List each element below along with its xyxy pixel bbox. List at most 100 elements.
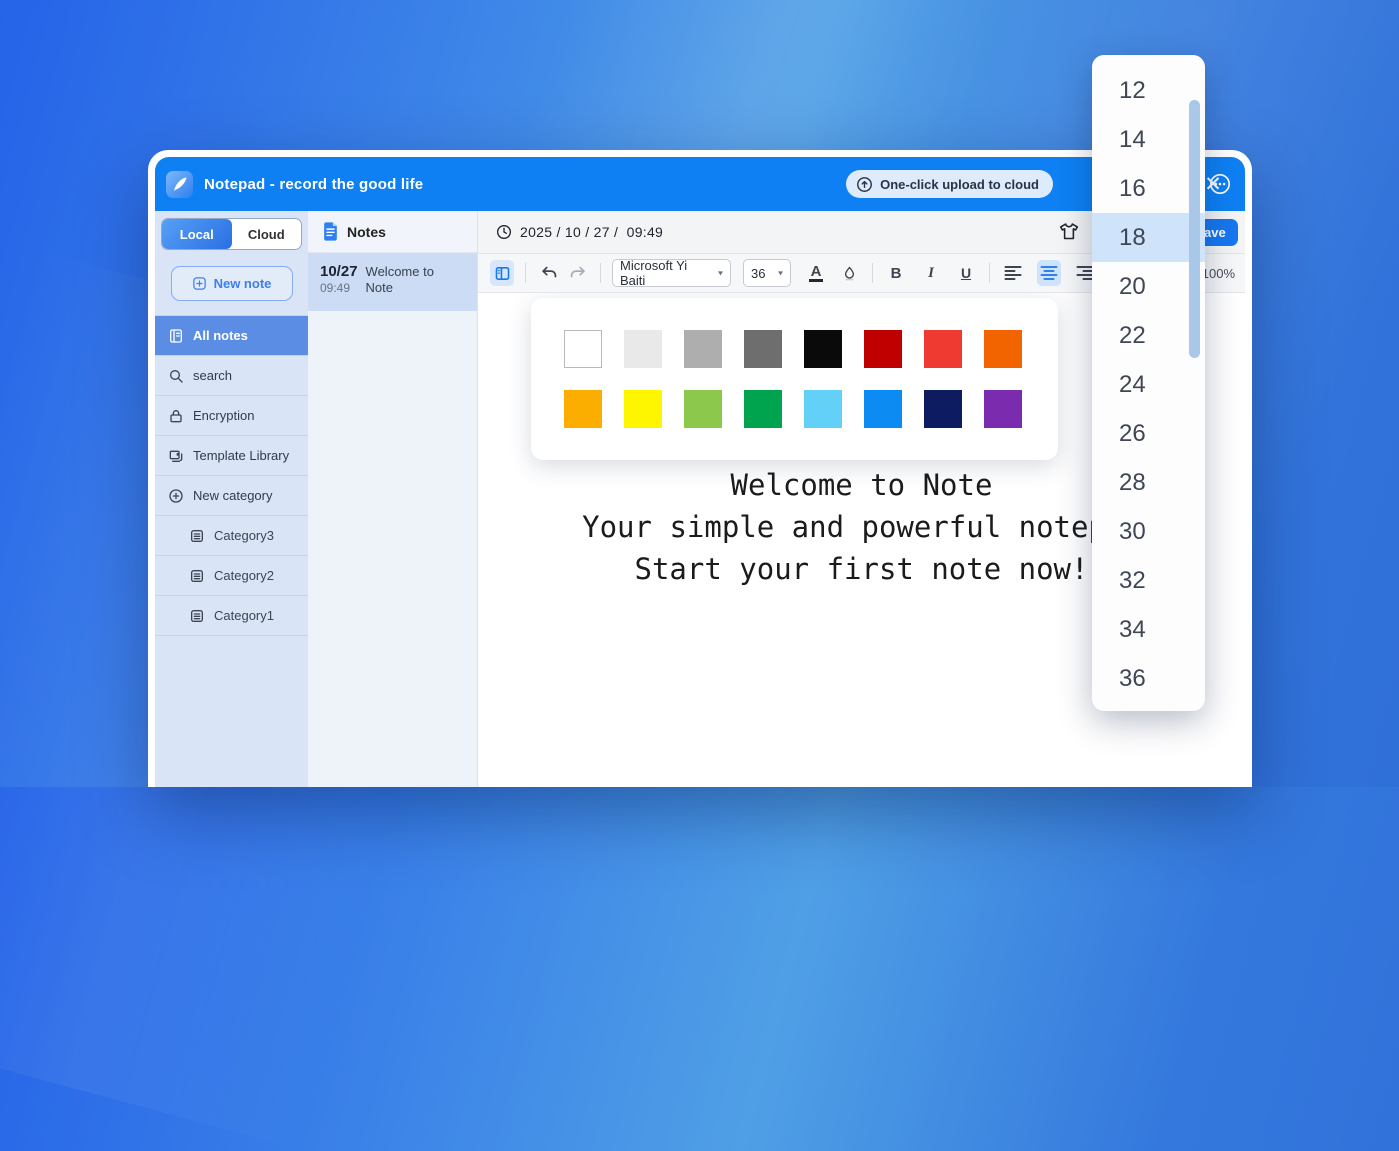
bold-button[interactable]: B (884, 260, 908, 286)
search-icon (167, 367, 185, 385)
color-swatch[interactable] (804, 390, 842, 428)
zoom-level: 100% (1201, 265, 1235, 281)
template-icon (167, 447, 185, 465)
note-time: 09:49 (320, 281, 351, 295)
toolbar-divider (989, 263, 990, 283)
color-swatch[interactable] (684, 390, 722, 428)
font-size-option[interactable]: 32 (1092, 556, 1205, 605)
highlight-color-button[interactable] (837, 260, 861, 286)
font-size-option[interactable]: 28 (1092, 458, 1205, 507)
app-logo-icon (166, 170, 193, 198)
note-date: 10/27 (320, 263, 358, 280)
titlebar: Notepad - record the good life One-click… (155, 157, 1245, 211)
clock-icon (497, 225, 511, 239)
note-datetime: 10/27 09:49 (320, 263, 358, 296)
sidebar-item-search[interactable]: search (155, 356, 308, 396)
color-swatch[interactable] (864, 390, 902, 428)
sidebar-item-template-library[interactable]: Template Library (155, 436, 308, 476)
note-date-text: 2025 / 10 / 27 / 09:49 (520, 224, 664, 240)
underline-button[interactable]: U (954, 260, 978, 286)
italic-button[interactable]: I (919, 260, 943, 286)
font-size-select[interactable]: 36 ▾ (743, 259, 791, 287)
category-icon (188, 567, 206, 585)
color-swatch[interactable] (864, 330, 902, 368)
notes-list-panel: Notes 10/27 09:49 Welcome to Note (308, 211, 478, 787)
color-swatch[interactable] (564, 390, 602, 428)
font-color-button[interactable]: A (804, 260, 828, 286)
upload-to-cloud-button[interactable]: One-click upload to cloud (846, 170, 1053, 198)
sidebar-item-category1[interactable]: Category1 (155, 596, 308, 636)
sidebar-item-label: All notes (193, 328, 248, 343)
color-swatch[interactable] (624, 330, 662, 368)
toolbar-divider (600, 263, 601, 283)
font-size-option[interactable]: 30 (1092, 507, 1205, 556)
color-swatch[interactable] (684, 330, 722, 368)
align-left-button[interactable] (1001, 260, 1025, 286)
paint-fill-icon (844, 266, 854, 280)
category-icon (188, 527, 206, 545)
sidebar-item-label: Encryption (193, 408, 255, 423)
notebook-icon (167, 327, 185, 345)
font-family-select[interactable]: Microsoft Yi Baiti ▾ (612, 258, 731, 288)
font-size-option[interactable]: 36 (1092, 654, 1205, 703)
align-left-icon (1004, 266, 1022, 280)
sidebar-item-label: Category1 (214, 608, 274, 623)
sidebar-item-category2[interactable]: Category2 (155, 556, 308, 596)
local-tab[interactable]: Local (162, 219, 232, 249)
notepad-window: Notepad - record the good life One-click… (148, 150, 1252, 787)
window-title: Notepad - record the good life (204, 175, 424, 193)
sidebar: Local Cloud New note All notes search En… (155, 211, 308, 787)
color-swatch[interactable] (804, 330, 842, 368)
redo-button[interactable] (565, 260, 589, 286)
undo-button[interactable] (537, 260, 561, 286)
plus-square-icon (192, 277, 206, 290)
plus-circle-icon (167, 487, 185, 505)
color-palette-popup (531, 298, 1058, 460)
align-center-button[interactable] (1037, 260, 1061, 286)
category-icon (188, 607, 206, 625)
new-note-label: New note (213, 276, 272, 291)
sidebar-item-encryption[interactable]: Encryption (155, 396, 308, 436)
align-center-icon (1040, 266, 1058, 280)
sidebar-item-label: Category3 (214, 528, 274, 543)
sidebar-item-category3[interactable]: Category3 (155, 516, 308, 556)
sidebar-item-label: Template Library (193, 448, 290, 463)
note-list-item[interactable]: 10/27 09:49 Welcome to Note (308, 253, 477, 311)
font-color-icon: A (808, 263, 824, 282)
color-swatch[interactable] (624, 390, 662, 428)
color-swatch[interactable] (744, 330, 782, 368)
color-swatch[interactable] (984, 390, 1022, 428)
theme-icon[interactable] (1058, 221, 1080, 247)
panel-layout-icon (495, 266, 509, 280)
sidebar-item-all-notes[interactable]: All notes (155, 316, 308, 356)
color-swatch[interactable] (564, 330, 602, 368)
toolbar-divider (525, 263, 526, 283)
chevron-down-icon: ▾ (717, 268, 723, 278)
font-size-option[interactable]: 26 (1092, 409, 1205, 458)
notes-list-header: Notes (308, 211, 477, 253)
color-swatch[interactable] (744, 390, 782, 428)
sidebar-item-new-category[interactable]: New category (155, 476, 308, 516)
font-size-option[interactable]: 34 (1092, 605, 1205, 654)
chevron-down-icon: ▾ (777, 268, 783, 278)
toggle-sidebar-button[interactable] (490, 260, 514, 286)
font-size-option[interactable]: 24 (1092, 360, 1205, 409)
lock-icon (167, 407, 185, 425)
cloud-tab[interactable]: Cloud (232, 219, 302, 249)
palette-row (564, 390, 1058, 428)
sidebar-item-label: New category (193, 488, 273, 503)
new-note-button[interactable]: New note (170, 266, 293, 301)
storage-toggle: Local Cloud (161, 218, 302, 250)
cloud-upload-icon (857, 176, 873, 192)
font-family-value: Microsoft Yi Baiti (620, 258, 688, 288)
sidebar-nav: All notes search Encryption Template Lib… (155, 315, 308, 636)
palette-row (564, 330, 1058, 368)
upload-button-label: One-click upload to cloud (880, 176, 1039, 192)
sidebar-item-label: Category2 (214, 568, 274, 583)
dropdown-scrollbar[interactable] (1189, 100, 1200, 358)
font-size-dropdown: 12 14 16 18 20 22 24 26 28 30 32 34 36 (1092, 55, 1205, 711)
color-swatch[interactable] (984, 330, 1022, 368)
toolbar-divider (872, 263, 873, 283)
color-swatch[interactable] (924, 330, 962, 368)
color-swatch[interactable] (924, 390, 962, 428)
